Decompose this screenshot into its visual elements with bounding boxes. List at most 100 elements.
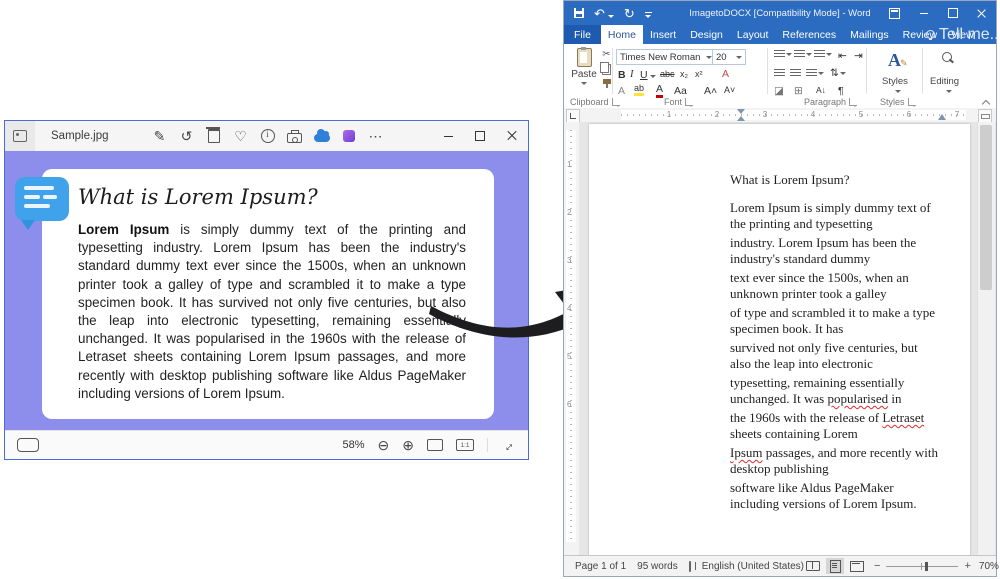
favorite-button[interactable]: ♡ — [232, 125, 250, 147]
redo-button[interactable]: ↻ — [624, 7, 635, 20]
paragraph-dialog-launcher[interactable] — [849, 98, 857, 106]
pilcrow-button[interactable]: ¶ — [838, 86, 844, 97]
underline-dropdown-icon[interactable] — [650, 75, 656, 78]
ribbon-display-options-button[interactable] — [880, 1, 909, 25]
copy-button[interactable] — [602, 64, 611, 75]
italic-button[interactable]: I — [630, 70, 634, 81]
doc-paragraph[interactable]: text ever since the 1500s, when anunknow… — [730, 270, 936, 302]
doc-paragraph[interactable]: of type and scrambled it to make a types… — [730, 305, 936, 337]
zoom-in-button[interactable]: ⊕ — [402, 438, 414, 452]
doc-paragraph[interactable]: software like Aldus PageMakerincluding v… — [730, 480, 936, 512]
clipboard-dialog-launcher[interactable] — [612, 98, 620, 106]
right-indent-marker[interactable] — [938, 114, 946, 120]
strikethrough-button[interactable]: abc — [660, 70, 675, 79]
print-button[interactable] — [286, 125, 304, 147]
shrink-font-button[interactable]: A˅ — [724, 86, 735, 95]
align-right-button[interactable] — [806, 69, 824, 78]
sort-button[interactable]: A↓ — [816, 86, 826, 95]
see-all-photos-button[interactable] — [5, 121, 35, 151]
highlight-color-button[interactable]: ab — [634, 84, 644, 96]
font-size-select[interactable]: 20 — [712, 49, 746, 65]
format-painter-button[interactable] — [603, 79, 611, 84]
scrollbar-thumb[interactable] — [980, 125, 992, 290]
maximize-button[interactable] — [938, 1, 967, 25]
more-button[interactable]: ⋯ — [367, 125, 385, 147]
tab-design[interactable]: Design — [683, 25, 730, 44]
zoom-thumb[interactable] — [925, 562, 928, 571]
shading-button[interactable]: ◪ — [774, 86, 784, 97]
bold-button[interactable]: B — [618, 70, 626, 81]
horizontal-ruler[interactable]: 1234567 — [564, 108, 996, 123]
edit-button[interactable]: ✎ — [151, 125, 169, 147]
undo-button[interactable]: ↶ — [594, 7, 605, 20]
styles-dropdown-icon[interactable] — [895, 90, 901, 93]
page-indicator[interactable]: Page 1 of 1 — [575, 561, 626, 572]
zoom-in-button[interactable]: + — [964, 560, 970, 572]
tab-mailings[interactable]: Mailings — [843, 25, 896, 44]
zoom-out-button[interactable]: ⊖ — [378, 438, 390, 452]
doc-paragraph[interactable]: the 1960s with the release of Letrasetsh… — [730, 410, 936, 442]
borders-button[interactable]: ⊞ — [794, 86, 803, 97]
fullscreen-button[interactable]: ↔ — [498, 435, 518, 455]
zoom-out-button[interactable]: − — [874, 560, 880, 572]
zoom-percentage[interactable]: 70% — [979, 561, 999, 572]
minimize-button[interactable] — [432, 121, 464, 151]
font-color-button[interactable]: A — [656, 84, 663, 98]
actual-size-button[interactable]: 1:1 — [456, 439, 474, 451]
tab-insert[interactable]: Insert — [643, 25, 683, 44]
tab-selector[interactable] — [566, 109, 580, 123]
save-button[interactable] — [574, 8, 584, 18]
vertical-ruler[interactable]: 123456 — [564, 122, 579, 558]
align-left-button[interactable] — [774, 69, 785, 78]
indent-marker[interactable] — [736, 109, 745, 121]
doc-paragraph[interactable]: industry. Lorem Ipsum has been theindust… — [730, 235, 936, 267]
doc-paragraph[interactable]: Lorem Ipsum is simply dummy text ofthe p… — [730, 200, 936, 232]
vertical-scrollbar[interactable] — [977, 122, 995, 558]
tab-home[interactable]: Home — [601, 25, 643, 44]
tab-references[interactable]: References — [775, 25, 843, 44]
delete-button[interactable] — [205, 125, 223, 147]
tab-layout[interactable]: Layout — [730, 25, 776, 44]
underline-button[interactable]: U — [640, 70, 648, 81]
doc-paragraph[interactable]: typesetting, remaining essentiallyunchan… — [730, 375, 936, 407]
edit-create-button[interactable] — [340, 125, 358, 147]
customize-qat-button[interactable] — [645, 12, 652, 18]
text-effects-button[interactable]: A — [618, 86, 625, 97]
subscript-button[interactable]: x₂ — [680, 70, 688, 79]
tell-me-button[interactable]: Tell me... — [919, 25, 1000, 44]
tab-file[interactable]: File — [564, 25, 601, 44]
undo-dropdown-icon[interactable] — [608, 15, 614, 18]
collapse-ribbon-button[interactable] — [983, 99, 990, 106]
bullets-button[interactable] — [774, 50, 792, 59]
document-text[interactable]: What is Lorem Ipsum? Lorem Ipsum is simpl… — [730, 172, 936, 515]
increase-indent-button[interactable]: ⇥ — [854, 51, 863, 62]
language-indicator[interactable]: English (United States) — [702, 561, 804, 572]
info-button[interactable] — [259, 125, 277, 147]
change-case-button[interactable]: Aa — [674, 86, 687, 97]
word-count[interactable]: 95 words — [637, 561, 678, 572]
zoom-slider[interactable]: − + — [874, 560, 971, 572]
ruler-toggle-button[interactable] — [978, 109, 992, 123]
zoom-track[interactable] — [886, 566, 958, 567]
print-layout-button[interactable] — [826, 558, 844, 574]
cut-button[interactable]: ✂ — [602, 50, 610, 60]
superscript-button[interactable]: x² — [695, 70, 703, 79]
maximize-button[interactable] — [464, 121, 496, 151]
filmstrip-toggle-button[interactable] — [17, 438, 39, 452]
doc-paragraph[interactable]: What is Lorem Ipsum? — [730, 172, 936, 188]
read-mode-button[interactable] — [804, 558, 822, 574]
grow-font-button[interactable]: A˄ — [704, 86, 717, 97]
close-button[interactable] — [496, 121, 528, 151]
onedrive-button[interactable] — [313, 125, 331, 147]
doc-paragraph[interactable]: survived not only five centuries, butals… — [730, 340, 936, 372]
proofing-errors-icon[interactable] — [689, 561, 691, 572]
fit-to-window-button[interactable] — [427, 439, 443, 451]
rotate-button[interactable]: ↺ — [178, 125, 196, 147]
editing-button[interactable]: Editing — [930, 76, 959, 87]
editing-dropdown-icon[interactable] — [946, 90, 952, 93]
doc-paragraph[interactable]: Ipsum passages, and more recently withde… — [730, 445, 936, 477]
font-name-select[interactable]: Times New Roman — [616, 49, 716, 65]
minimize-button[interactable] — [909, 1, 938, 25]
line-spacing-button[interactable]: ⇅ — [830, 68, 846, 79]
align-center-button[interactable] — [790, 69, 801, 78]
